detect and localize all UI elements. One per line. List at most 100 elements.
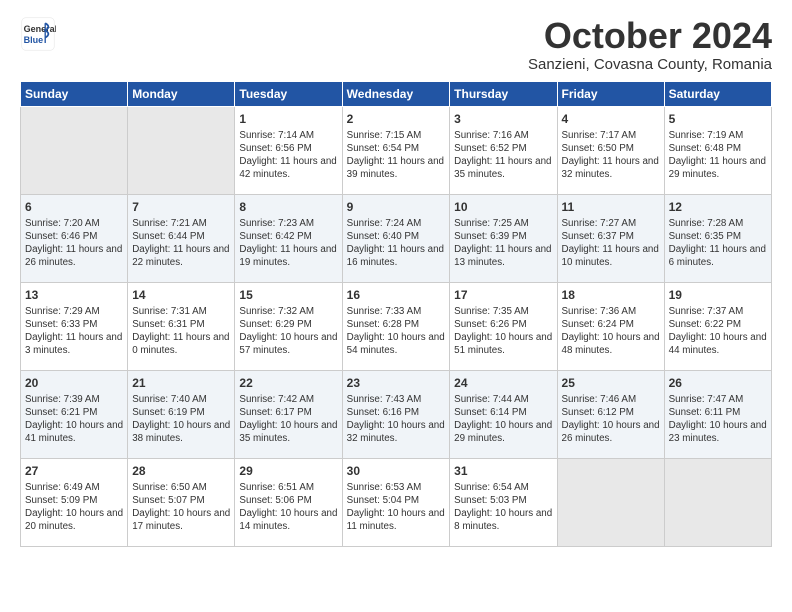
day-info: Sunrise: 7:43 AMSunset: 6:16 PMDaylight:… bbox=[347, 393, 446, 446]
calendar-cell: 3Sunrise: 7:16 AMSunset: 6:52 PMDaylight… bbox=[450, 106, 557, 194]
day-number: 14 bbox=[132, 287, 230, 303]
day-number: 10 bbox=[454, 199, 552, 215]
calendar-week-row: 13 Sunrise: 7:29 AMSunset: 6:33 PMDayligh… bbox=[21, 282, 772, 370]
calendar-cell: 4 Sunrise: 7:17 AMSunset: 6:50 PMDaylight… bbox=[557, 106, 664, 194]
day-info: Sunrise: 7:29 AMSunset: 6:33 PMDaylight:… bbox=[25, 305, 123, 358]
logo-icon: General Blue bbox=[20, 16, 56, 52]
calendar-cell: 2 Sunrise: 7:15 AMSunset: 6:54 PMDaylight… bbox=[342, 106, 450, 194]
day-number: 15 bbox=[239, 287, 337, 303]
day-number: 23 bbox=[347, 375, 446, 391]
calendar-cell: 29Sunrise: 6:51 AMSunset: 5:06 PMDayligh… bbox=[235, 458, 342, 546]
day-info: Sunrise: 7:21 AMSunset: 6:44 PMDaylight:… bbox=[132, 217, 230, 270]
day-info: Sunrise: 7:23 AMSunset: 6:42 PMDaylight:… bbox=[239, 217, 337, 270]
day-info: Sunrise: 7:17 AMSunset: 6:50 PMDaylight:… bbox=[562, 129, 660, 182]
day-number: 8 bbox=[239, 199, 337, 215]
day-number: 17 bbox=[454, 287, 552, 303]
day-number: 2 bbox=[347, 111, 446, 127]
calendar-table: SundayMondayTuesdayWednesdayThursdayFrid… bbox=[20, 81, 772, 547]
day-number: 6 bbox=[25, 199, 123, 215]
day-number: 21 bbox=[132, 375, 230, 391]
calendar-cell: 24 Sunrise: 7:44 AMSunset: 6:14 PMDayligh… bbox=[450, 370, 557, 458]
day-info: Sunrise: 7:47 AMSunset: 6:11 PMDaylight:… bbox=[669, 393, 767, 446]
day-number: 11 bbox=[562, 199, 660, 215]
day-info: Sunrise: 7:44 AMSunset: 6:14 PMDaylight:… bbox=[454, 393, 552, 446]
svg-text:Blue: Blue bbox=[24, 35, 44, 45]
calendar-header-tuesday: Tuesday bbox=[235, 81, 342, 106]
calendar-cell bbox=[21, 106, 128, 194]
calendar-cell: 16Sunrise: 7:33 AMSunset: 6:28 PMDayligh… bbox=[342, 282, 450, 370]
day-number: 19 bbox=[669, 287, 767, 303]
day-info: Sunrise: 7:39 AMSunset: 6:21 PMDaylight:… bbox=[25, 393, 123, 446]
day-number: 5 bbox=[669, 111, 767, 127]
calendar-cell: 27 Sunrise: 6:49 AMSunset: 5:09 PMDayligh… bbox=[21, 458, 128, 546]
month-title: October 2024 bbox=[528, 16, 772, 56]
day-number: 7 bbox=[132, 199, 230, 215]
day-info: Sunrise: 7:19 AMSunset: 6:48 PMDaylight:… bbox=[669, 129, 767, 182]
day-info: Sunrise: 7:40 AMSunset: 6:19 PMDaylight:… bbox=[132, 393, 230, 446]
calendar-week-row: 20 Sunrise: 7:39 AMSunset: 6:21 PMDayligh… bbox=[21, 370, 772, 458]
day-number: 27 bbox=[25, 463, 123, 479]
calendar-header-wednesday: Wednesday bbox=[342, 81, 450, 106]
calendar-cell bbox=[128, 106, 235, 194]
calendar-cell: 12 Sunrise: 7:28 AMSunset: 6:35 PMDayligh… bbox=[664, 194, 771, 282]
day-info: Sunrise: 7:27 AMSunset: 6:37 PMDaylight:… bbox=[562, 217, 660, 270]
calendar-cell: 26 Sunrise: 7:47 AMSunset: 6:11 PMDayligh… bbox=[664, 370, 771, 458]
calendar-cell: 7 Sunrise: 7:21 AMSunset: 6:44 PMDaylight… bbox=[128, 194, 235, 282]
title-area: October 2024 Sanzieni, Covasna County, R… bbox=[528, 16, 772, 73]
calendar-cell bbox=[664, 458, 771, 546]
calendar-cell: 14 Sunrise: 7:31 AMSunset: 6:31 PMDayligh… bbox=[128, 282, 235, 370]
day-number: 12 bbox=[669, 199, 767, 215]
day-info: Sunrise: 7:42 AMSunset: 6:17 PMDaylight:… bbox=[239, 393, 337, 446]
day-info: Sunrise: 7:28 AMSunset: 6:35 PMDaylight:… bbox=[669, 217, 767, 270]
day-info: Sunrise: 7:25 AMSunset: 6:39 PMDaylight:… bbox=[454, 217, 552, 270]
day-info: Sunrise: 7:32 AMSunset: 6:29 PMDaylight:… bbox=[239, 305, 337, 358]
calendar-cell: 20 Sunrise: 7:39 AMSunset: 6:21 PMDayligh… bbox=[21, 370, 128, 458]
calendar-cell: 22Sunrise: 7:42 AMSunset: 6:17 PMDayligh… bbox=[235, 370, 342, 458]
calendar-cell: 18 Sunrise: 7:36 AMSunset: 6:24 PMDayligh… bbox=[557, 282, 664, 370]
day-info: Sunrise: 6:51 AMSunset: 5:06 PMDaylight:… bbox=[239, 481, 337, 534]
day-number: 28 bbox=[132, 463, 230, 479]
day-number: 24 bbox=[454, 375, 552, 391]
day-info: Sunrise: 6:49 AMSunset: 5:09 PMDaylight:… bbox=[25, 481, 123, 534]
day-number: 25 bbox=[562, 375, 660, 391]
day-info: Sunrise: 7:31 AMSunset: 6:31 PMDaylight:… bbox=[132, 305, 230, 358]
day-info: Sunrise: 7:14 AMSunset: 6:56 PMDaylight:… bbox=[239, 129, 337, 182]
calendar-header-saturday: Saturday bbox=[664, 81, 771, 106]
calendar-header-row: SundayMondayTuesdayWednesdayThursdayFrid… bbox=[21, 81, 772, 106]
day-info: Sunrise: 7:37 AMSunset: 6:22 PMDaylight:… bbox=[669, 305, 767, 358]
calendar-cell bbox=[557, 458, 664, 546]
calendar-cell: 5 Sunrise: 7:19 AMSunset: 6:48 PMDaylight… bbox=[664, 106, 771, 194]
day-number: 31 bbox=[454, 463, 552, 479]
day-number: 9 bbox=[347, 199, 446, 215]
day-number: 26 bbox=[669, 375, 767, 391]
calendar-header-thursday: Thursday bbox=[450, 81, 557, 106]
day-number: 20 bbox=[25, 375, 123, 391]
day-info: Sunrise: 7:20 AMSunset: 6:46 PMDaylight:… bbox=[25, 217, 123, 270]
calendar-cell: 11 Sunrise: 7:27 AMSunset: 6:37 PMDayligh… bbox=[557, 194, 664, 282]
calendar-header-friday: Friday bbox=[557, 81, 664, 106]
calendar-week-row: 1Sunrise: 7:14 AMSunset: 6:56 PMDaylight… bbox=[21, 106, 772, 194]
calendar-cell: 30Sunrise: 6:53 AMSunset: 5:04 PMDayligh… bbox=[342, 458, 450, 546]
day-number: 18 bbox=[562, 287, 660, 303]
calendar-cell: 28Sunrise: 6:50 AMSunset: 5:07 PMDayligh… bbox=[128, 458, 235, 546]
day-info: Sunrise: 7:24 AMSunset: 6:40 PMDaylight:… bbox=[347, 217, 446, 270]
day-number: 13 bbox=[25, 287, 123, 303]
calendar-cell: 8 Sunrise: 7:23 AMSunset: 6:42 PMDaylight… bbox=[235, 194, 342, 282]
day-info: Sunrise: 7:36 AMSunset: 6:24 PMDaylight:… bbox=[562, 305, 660, 358]
calendar-cell: 17Sunrise: 7:35 AMSunset: 6:26 PMDayligh… bbox=[450, 282, 557, 370]
day-number: 3 bbox=[454, 111, 552, 127]
calendar-cell: 21 Sunrise: 7:40 AMSunset: 6:19 PMDayligh… bbox=[128, 370, 235, 458]
calendar-cell: 31Sunrise: 6:54 AMSunset: 5:03 PMDayligh… bbox=[450, 458, 557, 546]
day-info: Sunrise: 7:15 AMSunset: 6:54 PMDaylight:… bbox=[347, 129, 446, 182]
day-info: Sunrise: 7:33 AMSunset: 6:28 PMDaylight:… bbox=[347, 305, 446, 358]
calendar-cell: 13 Sunrise: 7:29 AMSunset: 6:33 PMDayligh… bbox=[21, 282, 128, 370]
calendar-cell: 25Sunrise: 7:46 AMSunset: 6:12 PMDayligh… bbox=[557, 370, 664, 458]
calendar-cell: 1Sunrise: 7:14 AMSunset: 6:56 PMDaylight… bbox=[235, 106, 342, 194]
calendar-week-row: 27 Sunrise: 6:49 AMSunset: 5:09 PMDayligh… bbox=[21, 458, 772, 546]
day-number: 30 bbox=[347, 463, 446, 479]
calendar-cell: 6 Sunrise: 7:20 AMSunset: 6:46 PMDaylight… bbox=[21, 194, 128, 282]
svg-text:General: General bbox=[24, 24, 56, 34]
calendar-header-monday: Monday bbox=[128, 81, 235, 106]
calendar-cell: 9 Sunrise: 7:24 AMSunset: 6:40 PMDaylight… bbox=[342, 194, 450, 282]
day-number: 4 bbox=[562, 111, 660, 127]
